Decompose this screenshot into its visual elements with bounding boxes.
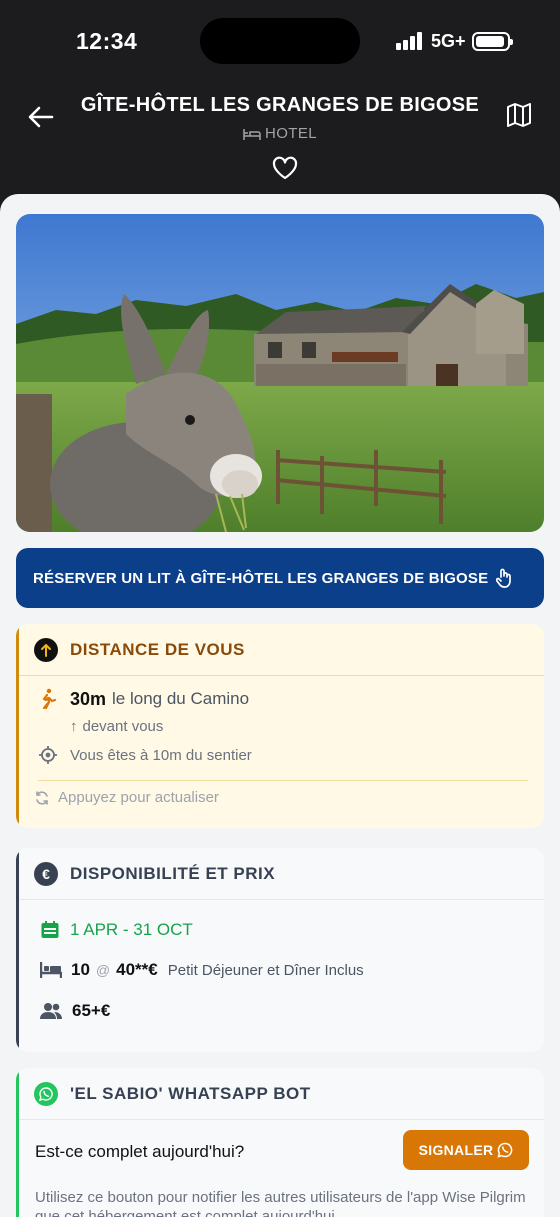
accommodation-photo[interactable]	[16, 214, 544, 532]
direction-row: ↑ devant vous	[70, 718, 163, 735]
battery-icon	[472, 32, 513, 51]
report-full-label: SIGNALER	[418, 1142, 494, 1158]
group-price: 65+€	[72, 1001, 111, 1020]
walking-icon	[42, 688, 57, 710]
map-icon[interactable]	[506, 102, 532, 128]
whatsapp-card: 'EL SABIO' WHATSAPP BOT Est-ce complet a…	[16, 1068, 544, 1217]
availability-dates: 1 APR - 31 OCT	[70, 920, 193, 939]
favorite-heart-icon[interactable]	[272, 156, 298, 180]
cellular-signal-icon	[396, 32, 424, 50]
off-trail-row: Vous êtes à 10m du sentier	[38, 745, 252, 765]
status-bar: 12:34 5G+	[0, 0, 560, 84]
report-full-button[interactable]: SIGNALER	[403, 1130, 529, 1170]
dynamic-island	[200, 18, 360, 64]
dates-row: 1 APR - 31 OCT	[40, 920, 193, 940]
distance-accent-bar	[16, 624, 19, 828]
beds-count: 10	[71, 960, 90, 979]
calendar-icon	[41, 921, 59, 938]
distance-along-row: 30m le long du Camino	[38, 688, 249, 710]
bed-price: 40**€	[116, 960, 158, 979]
whatsapp-accent-bar	[16, 1068, 19, 1217]
availability-card-title: DISPONIBILITÉ ET PRIX	[70, 863, 276, 883]
availability-card-header: € DISPONIBILITÉ ET PRIX	[16, 848, 544, 900]
bed-price-icon	[40, 962, 62, 978]
top-app-bar: GÎTE-HÔTEL LES GRANGES DE BIGOSE HOTEL	[0, 84, 560, 194]
whatsapp-small-icon	[497, 1142, 513, 1158]
at-symbol: @	[95, 962, 111, 978]
bed-icon	[243, 129, 261, 140]
photo-donkey-farmhouse	[16, 214, 544, 532]
content-sheet: RÉSERVER UN LIT À GÎTE-HÔTEL LES GRANGES…	[0, 194, 560, 1217]
distance-card[interactable]: DISTANCE DE VOUS 30m le long du Camino ↑…	[16, 624, 544, 828]
full-today-question: Est-ce complet aujourd'hui?	[35, 1142, 245, 1161]
refresh-row[interactable]: Appuyez pour actualiser	[34, 789, 219, 806]
book-bed-button[interactable]: RÉSERVER UN LIT À GÎTE-HÔTEL LES GRANGES…	[16, 548, 544, 608]
availability-card: € DISPONIBILITÉ ET PRIX 1 APR - 31 OCT 1…	[16, 848, 544, 1052]
accommodation-type-label: HOTEL	[264, 125, 317, 142]
location-crosshair-icon	[39, 746, 57, 764]
small-up-arrow-icon: ↑	[70, 718, 78, 735]
price-row: 10 @ 40**€ Petit Déjeuner et Dîner Inclu…	[40, 960, 364, 980]
refresh-text: Appuyez pour actualiser	[58, 789, 219, 806]
tap-hand-icon	[496, 568, 512, 588]
refresh-icon	[36, 790, 48, 805]
group-users-icon	[40, 1003, 62, 1019]
direction-text: devant vous	[82, 718, 164, 735]
distance-suffix: le long du Camino	[112, 689, 250, 708]
price-note: Petit Déjeuner et Dîner Inclus	[167, 961, 364, 979]
network-type: 5G+	[431, 31, 466, 51]
accommodation-type: HOTEL	[0, 125, 560, 142]
book-bed-label: RÉSERVER UN LIT À GÎTE-HÔTEL LES GRANGES…	[33, 569, 489, 587]
page-title: GÎTE-HÔTEL LES GRANGES DE BIGOSE	[80, 94, 480, 116]
availability-accent-bar	[16, 848, 19, 1052]
distance-card-header: DISTANCE DE VOUS	[16, 624, 544, 676]
whatsapp-card-title: 'EL SABIO' WHATSAPP BOT	[70, 1083, 311, 1103]
distance-divider	[38, 780, 528, 781]
whatsapp-card-header: 'EL SABIO' WHATSAPP BOT	[16, 1068, 544, 1120]
whatsapp-icon	[34, 1081, 58, 1106]
report-help-text: Utilisez ce bouton pour notifier les aut…	[35, 1189, 526, 1217]
up-arrow-icon	[34, 637, 58, 662]
group-price-row: 65+€	[40, 1001, 110, 1021]
distance-card-title: DISTANCE DE VOUS	[70, 639, 245, 659]
distance-value: 30m	[70, 688, 107, 709]
status-time: 12:34	[76, 28, 138, 54]
euro-icon: €	[34, 861, 58, 886]
off-trail-text: Vous êtes à 10m du sentier	[70, 746, 252, 764]
